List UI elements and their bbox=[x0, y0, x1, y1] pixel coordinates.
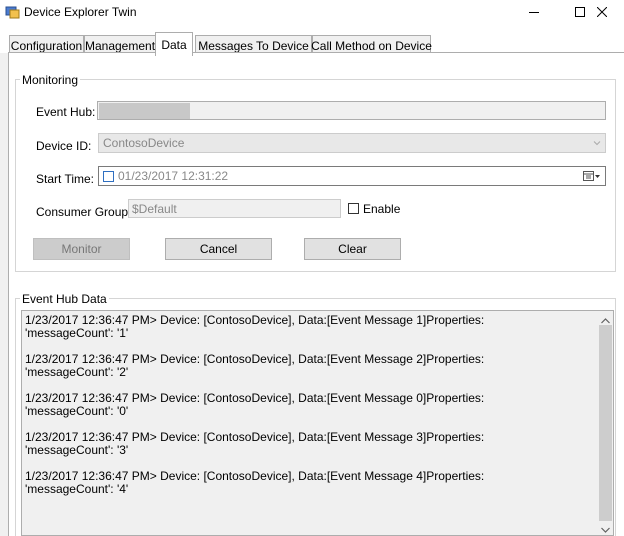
tab-label: Management bbox=[84, 38, 156, 53]
monitor-button[interactable]: Monitor bbox=[33, 238, 130, 260]
device-id-combobox[interactable]: ContosoDevice bbox=[98, 133, 606, 153]
device-id-value: ContosoDevice bbox=[103, 136, 185, 150]
clear-button-label: Clear bbox=[338, 242, 367, 256]
consumer-group-input[interactable]: $Default bbox=[128, 199, 341, 218]
cancel-button-label: Cancel bbox=[199, 242, 238, 256]
start-time-picker[interactable]: 01/23/2017 12:31:22 bbox=[98, 166, 606, 186]
clear-button[interactable]: Clear bbox=[304, 238, 401, 260]
start-time-value: 01/23/2017 12:31:22 bbox=[118, 169, 229, 183]
tab-label: Configuration bbox=[10, 38, 83, 53]
consumer-group-value: $Default bbox=[132, 201, 177, 216]
title-bar: Device Explorer Twin bbox=[0, 0, 624, 23]
log-line: 'messageCount': '0' bbox=[25, 404, 129, 418]
log-entry: 1/23/2017 12:36:47 PM> Device: [ContosoD… bbox=[25, 392, 484, 418]
log-line: 'messageCount': '1' bbox=[25, 326, 129, 340]
log-entry: 1/23/2017 12:36:47 PM> Device: [ContosoD… bbox=[25, 353, 484, 379]
event-hub-data-group-label: Event Hub Data bbox=[20, 292, 109, 306]
event-hub-label: Event Hub: bbox=[36, 105, 96, 119]
tab-label: Call Method on Device bbox=[311, 38, 432, 53]
event-hub-data-log[interactable]: 1/23/2017 12:36:47 PM> Device: [ContosoD… bbox=[21, 310, 614, 536]
app-icon bbox=[5, 4, 20, 19]
log-line: 'messageCount': '2' bbox=[25, 365, 129, 379]
event-hub-progress bbox=[97, 101, 606, 120]
tab-strip: Configuration Management Data Messages T… bbox=[0, 23, 624, 56]
calendar-dropdown-icon[interactable] bbox=[583, 170, 601, 185]
tab-data[interactable]: Data bbox=[155, 32, 193, 56]
start-time-checkbox[interactable] bbox=[103, 170, 114, 182]
start-time-label: Start Time: bbox=[36, 172, 95, 186]
scroll-thumb[interactable] bbox=[599, 325, 612, 521]
minimize-icon bbox=[528, 7, 539, 17]
log-content: 1/23/2017 12:36:47 PM> Device: [ContosoD… bbox=[25, 314, 484, 509]
log-entry: 1/23/2017 12:36:47 PM> Device: [ContosoD… bbox=[25, 314, 484, 340]
log-line: 'messageCount': '4' bbox=[25, 482, 129, 496]
log-entry: 1/23/2017 12:36:47 PM> Device: [ContosoD… bbox=[25, 470, 484, 496]
close-icon bbox=[596, 6, 607, 17]
event-hub-progress-fill bbox=[99, 103, 190, 119]
consumer-group-label: Consumer Group: bbox=[36, 205, 132, 219]
log-entry: 1/23/2017 12:36:47 PM> Device: [ContosoD… bbox=[25, 431, 484, 457]
tab-label: Messages To Device bbox=[198, 38, 309, 53]
enable-label: Enable bbox=[363, 202, 401, 216]
tab-label: Data bbox=[161, 37, 187, 52]
cancel-button[interactable]: Cancel bbox=[165, 238, 272, 260]
log-scrollbar[interactable] bbox=[598, 311, 613, 535]
monitor-button-label: Monitor bbox=[61, 242, 102, 256]
device-id-label: Device ID: bbox=[36, 139, 92, 153]
close-button[interactable] bbox=[579, 0, 624, 23]
minimize-button[interactable] bbox=[511, 0, 556, 23]
chevron-down-icon[interactable] bbox=[600, 523, 611, 535]
log-line: 'messageCount': '3' bbox=[25, 443, 129, 457]
enable-checkbox[interactable] bbox=[348, 203, 359, 214]
monitoring-group-label: Monitoring bbox=[20, 73, 81, 87]
chevron-down-icon bbox=[592, 137, 602, 151]
window-title: Device Explorer Twin bbox=[24, 5, 137, 19]
